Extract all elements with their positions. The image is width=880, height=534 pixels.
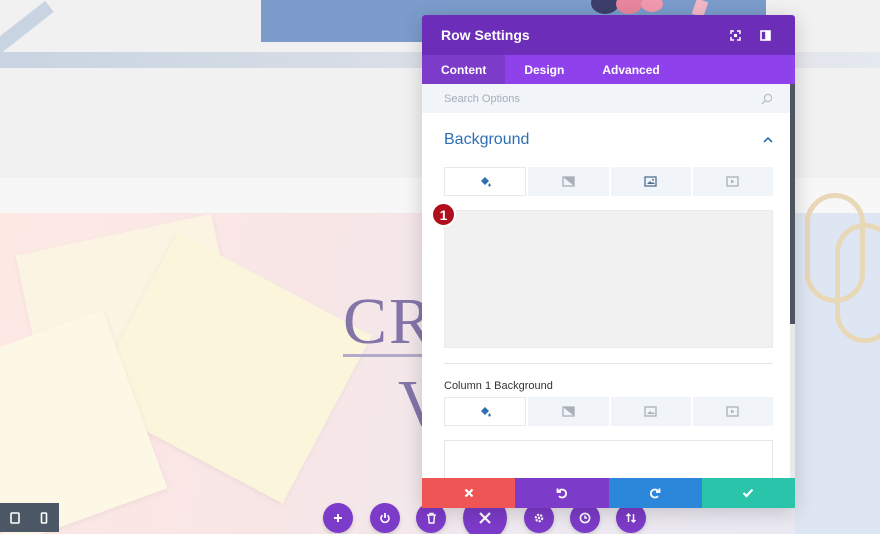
column-bg-tab-color[interactable] bbox=[444, 397, 527, 426]
power-icon bbox=[380, 513, 390, 524]
row-settings-modal: Row Settings Content Design Advanced Bac… bbox=[422, 15, 795, 508]
bg-tab-color[interactable] bbox=[444, 167, 527, 196]
column-bg-tab-gradient[interactable] bbox=[528, 397, 609, 426]
gradient-icon bbox=[562, 176, 575, 187]
close-icon bbox=[479, 512, 491, 524]
divider bbox=[444, 363, 773, 364]
gear-icon bbox=[534, 513, 544, 523]
tablet-icon bbox=[9, 511, 20, 524]
clock-icon bbox=[579, 512, 591, 524]
responsive-view-bar bbox=[0, 503, 59, 532]
modal-footer bbox=[422, 478, 795, 508]
undo-icon bbox=[556, 488, 567, 499]
gradient-icon bbox=[562, 406, 575, 417]
trash-icon bbox=[426, 512, 436, 524]
save-button[interactable] bbox=[701, 478, 795, 508]
redo-button[interactable] bbox=[608, 478, 702, 508]
close-icon bbox=[464, 488, 473, 498]
dock-sidebar-button[interactable] bbox=[754, 24, 776, 46]
paint-bucket-icon bbox=[480, 176, 491, 187]
search-icon bbox=[761, 93, 773, 104]
search-options-input[interactable] bbox=[444, 92, 761, 105]
sidebar-icon bbox=[759, 29, 771, 41]
redo-icon bbox=[650, 488, 661, 499]
modal-header: Row Settings bbox=[422, 15, 795, 55]
column-1-background-label: Column 1 Background bbox=[444, 380, 553, 392]
discard-button[interactable] bbox=[422, 478, 516, 508]
hero-side-image bbox=[795, 193, 880, 534]
undo-button[interactable] bbox=[515, 478, 609, 508]
disable-button[interactable] bbox=[370, 503, 400, 533]
checkmark-icon bbox=[743, 488, 754, 498]
fullscreen-icon bbox=[729, 29, 741, 41]
tab-design[interactable]: Design bbox=[505, 55, 583, 84]
modal-scrollbar[interactable] bbox=[790, 84, 795, 324]
section-title: Background bbox=[444, 131, 530, 148]
video-icon bbox=[726, 406, 740, 417]
video-icon bbox=[726, 176, 740, 187]
background-section-header[interactable]: Background bbox=[444, 113, 773, 167]
image-icon bbox=[644, 176, 657, 187]
modal-tabs: Content Design Advanced bbox=[422, 55, 795, 84]
column-background-type-tabs bbox=[444, 397, 773, 426]
add-button[interactable] bbox=[323, 503, 353, 533]
paint-bucket-icon bbox=[480, 406, 491, 417]
phone-icon bbox=[40, 511, 47, 524]
phone-view-button[interactable] bbox=[29, 503, 58, 532]
background-type-tabs bbox=[444, 167, 773, 196]
column-bg-tab-image[interactable] bbox=[610, 397, 691, 426]
column-bg-tab-video[interactable] bbox=[692, 397, 773, 426]
plus-icon bbox=[334, 514, 342, 522]
tab-advanced[interactable]: Advanced bbox=[583, 55, 678, 84]
chevron-up-icon bbox=[763, 137, 773, 143]
image-icon bbox=[644, 406, 657, 417]
sort-arrows-icon bbox=[625, 512, 637, 524]
background-section: Background Column 1 Background bbox=[422, 113, 795, 500]
fullscreen-button[interactable] bbox=[724, 24, 746, 46]
tablet-view-button[interactable] bbox=[0, 503, 29, 532]
search-bar bbox=[422, 84, 795, 113]
bg-tab-gradient[interactable] bbox=[528, 167, 609, 196]
bg-tab-video[interactable] bbox=[692, 167, 773, 196]
bg-tab-image[interactable] bbox=[610, 167, 691, 196]
step-number-badge: 1 bbox=[431, 202, 456, 227]
tab-content[interactable]: Content bbox=[422, 55, 506, 84]
background-preview[interactable] bbox=[444, 210, 773, 348]
modal-scroll-track bbox=[790, 324, 795, 478]
paperclip-image bbox=[835, 223, 880, 343]
modal-title: Row Settings bbox=[441, 27, 530, 43]
